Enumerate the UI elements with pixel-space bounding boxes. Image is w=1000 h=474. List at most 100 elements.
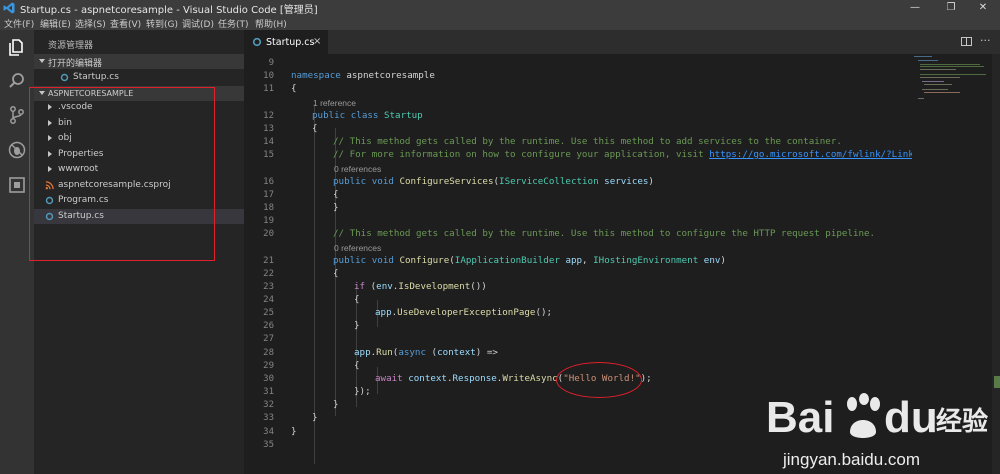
code-line: namespace aspnetcoresample <box>291 70 435 81</box>
line-number: 29 <box>263 361 274 371</box>
search-icon[interactable] <box>7 71 27 91</box>
keyword: void <box>371 255 394 266</box>
keyword: await <box>375 373 403 384</box>
brace: { <box>291 83 297 94</box>
line-number: 30 <box>263 374 274 384</box>
parameter: app <box>565 255 583 266</box>
line-number: 16 <box>263 177 274 187</box>
brace: } <box>333 202 339 213</box>
keyword: if <box>354 281 366 292</box>
split-editor-icon[interactable] <box>961 37 972 46</box>
indent-guide <box>314 104 315 464</box>
code-line: if (env.IsDevelopment()) <box>354 281 487 292</box>
sidebar-title: 资源管理器 <box>48 41 94 51</box>
menu-selection[interactable]: 选择(S) <box>75 17 106 30</box>
minimize-button[interactable]: — <box>898 0 932 16</box>
brace: } <box>312 412 318 423</box>
brace: { <box>354 294 360 305</box>
keyword: public <box>333 255 367 266</box>
maximize-button[interactable]: ❐ <box>934 0 968 16</box>
menu-debug[interactable]: 调试(D) <box>182 17 214 30</box>
line-number: 23 <box>263 282 274 292</box>
line-number: 17 <box>263 190 274 200</box>
code-line: public void ConfigureServices(IServiceCo… <box>333 176 654 187</box>
menu-file[interactable]: 文件(F) <box>4 17 34 30</box>
code-line: public void Configure(IApplicationBuilde… <box>333 255 726 266</box>
line-number: 15 <box>263 150 274 160</box>
close-window-button[interactable]: ✕ <box>966 0 1000 16</box>
parameter: env <box>376 281 393 292</box>
watermark-url: jingyan.baidu.com <box>783 450 921 469</box>
line-number: 14 <box>263 137 274 147</box>
parameter: app <box>375 307 392 318</box>
menu-view[interactable]: 查看(V) <box>110 17 141 30</box>
comment-link[interactable]: https://go.microsoft.com/fwlink/?LinkID= <box>709 149 914 160</box>
line-number: 24 <box>263 295 274 305</box>
annotation-ellipse <box>556 362 642 398</box>
type-name: IApplicationBuilder <box>454 255 560 266</box>
more-actions-icon[interactable]: ··· <box>980 34 991 47</box>
source-control-icon[interactable] <box>7 105 27 125</box>
line-number: 22 <box>263 269 274 279</box>
extensions-icon[interactable] <box>7 175 27 195</box>
svg-text:du: du <box>884 393 938 442</box>
svg-text:经验: 经验 <box>936 406 988 437</box>
line-number: 11 <box>263 84 274 94</box>
menu-edit[interactable]: 编辑(E) <box>40 17 71 30</box>
open-editor-item[interactable]: Startup.cs <box>34 70 244 85</box>
code-line: } <box>291 426 297 437</box>
method-name: UseDeveloperExceptionPage <box>397 307 536 318</box>
line-number: 31 <box>263 387 274 397</box>
code-lens-references[interactable]: 0 references <box>334 164 381 174</box>
code-lens-references[interactable]: 0 references <box>334 243 381 253</box>
parameter: context <box>408 373 447 384</box>
line-number: 25 <box>263 308 274 318</box>
code-line: { <box>333 189 339 200</box>
annotation-rectangle <box>29 87 215 261</box>
keyword: namespace <box>291 70 341 81</box>
code-line: }); <box>354 386 371 397</box>
close-icon[interactable]: × <box>313 36 321 47</box>
tab-bar: Startup.cs × <box>244 30 1000 54</box>
brace: { <box>354 360 360 371</box>
line-number: 18 <box>263 203 274 213</box>
code-line: { <box>354 294 360 305</box>
menu-help[interactable]: 帮助(H) <box>255 17 287 30</box>
parameter: app <box>354 347 371 358</box>
code-line: } <box>333 399 339 410</box>
method-name: Run <box>376 347 393 358</box>
open-editors-header[interactable]: 打开的编辑器 <box>34 54 244 69</box>
line-number: 33 <box>263 413 274 423</box>
brace: } <box>354 320 360 331</box>
line-number: 32 <box>263 400 274 410</box>
line-number: 28 <box>263 348 274 358</box>
window-title: Startup.cs - aspnetcoresample - Visual S… <box>20 5 318 16</box>
line-number: 27 <box>263 334 274 344</box>
brace: { <box>312 123 318 134</box>
keyword: void <box>371 176 394 187</box>
code-line: public class Startup <box>312 110 423 121</box>
method-name: ConfigureServices <box>399 176 494 187</box>
debug-icon[interactable] <box>7 140 27 160</box>
code-lens-references[interactable]: 1 reference <box>313 98 356 108</box>
parameter: env <box>703 255 721 266</box>
class-name: Startup <box>383 110 423 121</box>
code-line: } <box>333 202 339 213</box>
menu-tasks[interactable]: 任务(T) <box>218 17 249 30</box>
code-comment: // This method gets called by the runtim… <box>333 228 876 239</box>
property: Response <box>452 373 497 384</box>
line-number: 19 <box>263 216 274 226</box>
line-number: 13 <box>263 124 274 134</box>
keyword: public <box>312 110 346 121</box>
line-number: 34 <box>263 427 274 437</box>
line-number: 12 <box>263 111 274 121</box>
menu-bar: 文件(F) 编辑(E) 选择(S) 查看(V) 转到(G) 调试(D) 任务(T… <box>0 16 1000 30</box>
type-name: IServiceCollection <box>499 176 599 187</box>
brace: { <box>333 189 339 200</box>
explorer-icon[interactable] <box>7 37 27 57</box>
code-line: { <box>291 83 297 94</box>
vscode-logo-icon <box>3 2 15 14</box>
code-line: } <box>312 412 318 423</box>
menu-go[interactable]: 转到(G) <box>146 17 178 30</box>
tab-startup[interactable]: Startup.cs × <box>244 30 328 54</box>
